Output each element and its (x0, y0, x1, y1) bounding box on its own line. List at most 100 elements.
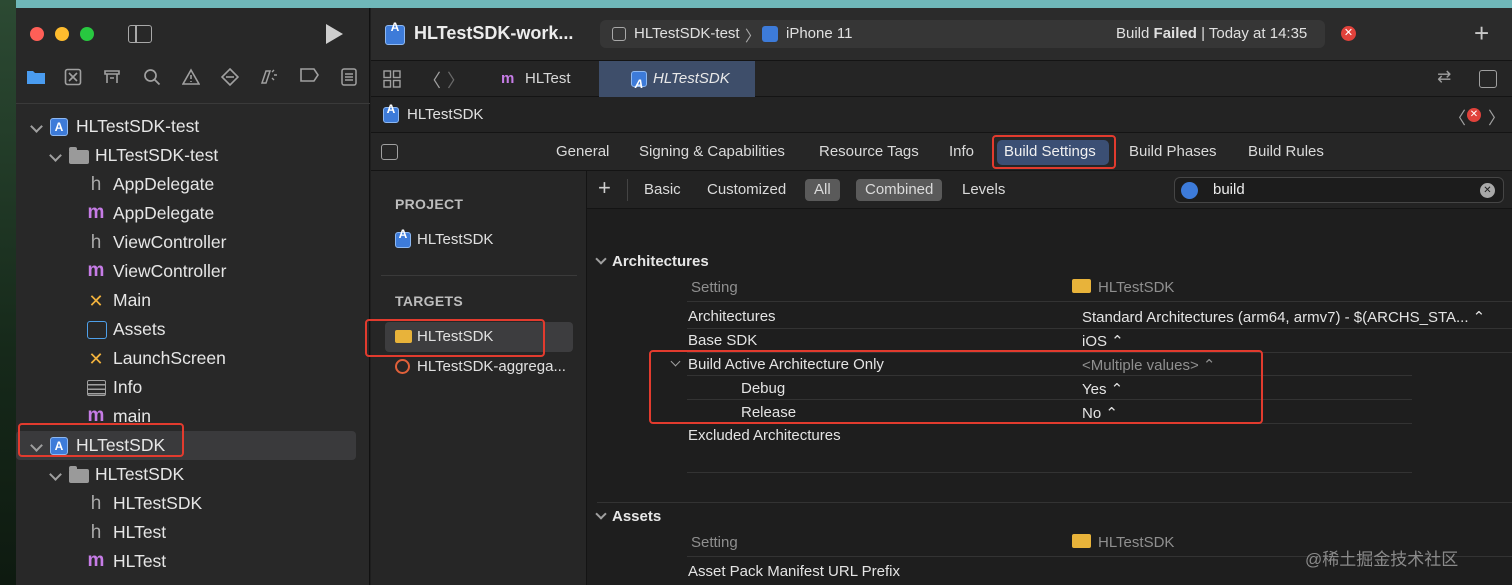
tree-item-file[interactable]: Assets (16, 315, 370, 344)
search-field[interactable]: build ✕ (1174, 177, 1504, 203)
chevron-down-icon[interactable] (30, 120, 43, 133)
scheme-selector[interactable]: HLTestSDK-test (634, 25, 740, 42)
project-targets-list: PROJECT HLTestSDK TARGETS HLTestSDK HLTe… (365, 171, 587, 585)
build-settings-table: Architectures Setting HLTestSDK Architec… (587, 209, 1512, 585)
chevron-down-icon[interactable] (595, 508, 607, 520)
warning-icon[interactable] (181, 68, 201, 88)
column-setting-header: Setting (691, 279, 738, 296)
setting-base-sdk[interactable]: Base SDK (688, 332, 757, 349)
tab-hltest[interactable]: m HLTest (479, 61, 599, 97)
filter-all-button[interactable]: All (805, 179, 840, 201)
tree-item-file[interactable]: ✕ Main (16, 286, 370, 315)
tree-item-label: HLTestSDK-test (76, 116, 200, 136)
search-icon[interactable] (142, 68, 162, 88)
target-item-aggregate[interactable]: HLTestSDK-aggrega... (417, 358, 566, 375)
clear-search-icon[interactable]: ✕ (1480, 183, 1495, 198)
symbol-navigator-icon[interactable] (102, 68, 122, 88)
tree-item-file[interactable]: h ViewController (16, 228, 370, 257)
assets-icon (87, 321, 107, 339)
workspace-title: HLTestSDK-work... (414, 23, 574, 43)
tree-item-file[interactable]: h AppDelegate (16, 170, 370, 199)
tree-item-group[interactable]: HLTestSDK (16, 460, 370, 489)
zoom-window-button[interactable] (80, 27, 94, 41)
tree-item-file[interactable]: h HLTestSDK (16, 489, 370, 518)
tree-item-label: Main (113, 290, 151, 310)
m-file-icon: m (87, 202, 105, 223)
highlight-annotation (365, 319, 545, 357)
setting-architectures[interactable]: Architectures (688, 308, 776, 325)
chevron-left-icon[interactable]: 〈 (1449, 104, 1466, 129)
add-icon[interactable]: + (1474, 18, 1489, 49)
breakpoint-navigator-icon[interactable] (299, 68, 319, 88)
row-divider (687, 301, 1512, 302)
grid-icon[interactable] (383, 70, 401, 93)
chevron-down-icon[interactable] (595, 253, 607, 265)
tree-item-file[interactable]: ✕ LaunchScreen (16, 344, 370, 373)
tree-item-file[interactable]: m AppDelegate (16, 199, 370, 228)
tree-item-file[interactable]: m HLTest (16, 547, 370, 576)
value-base-sdk[interactable]: iOS ⌃ (1082, 332, 1124, 350)
run-icon[interactable] (326, 24, 343, 44)
tree-item-file[interactable]: h HLTest (16, 518, 370, 547)
desktop-background (0, 0, 1512, 8)
search-input[interactable]: build (1213, 181, 1245, 198)
filter-basic-button[interactable]: Basic (635, 179, 690, 201)
build-settings-filter-bar: + Basic Customized All Combined Levels b… (587, 171, 1512, 209)
editor-area: HLTestSDK-work... HLTestSDK-test 〉 iPhon… (365, 8, 1512, 585)
tree-item-file[interactable]: m ViewController (16, 257, 370, 286)
m-file-icon: m (87, 550, 105, 571)
add-setting-button[interactable]: + (598, 175, 611, 201)
inspector-toggle-icon[interactable] (381, 144, 398, 160)
folder-navigator-icon[interactable] (26, 68, 46, 88)
filter-combined-button[interactable]: Combined (856, 179, 943, 201)
tab-build-phases[interactable]: Build Phases (1129, 143, 1217, 160)
value-architectures[interactable]: Standard Architectures (arm64, armv7) - … (1082, 308, 1485, 326)
chevron-down-icon[interactable] (49, 149, 62, 162)
error-icon[interactable]: ✕ (1341, 26, 1356, 41)
tab-info[interactable]: Info (949, 143, 974, 160)
chevron-down-icon[interactable] (49, 468, 62, 481)
report-navigator-icon[interactable] (339, 68, 359, 88)
close-window-button[interactable] (30, 27, 44, 41)
test-navigator-icon[interactable] (220, 67, 240, 88)
tree-item-label: HLTestSDK (95, 464, 185, 484)
error-icon[interactable]: ✕ (1467, 108, 1481, 122)
section-assets-title: Assets (612, 508, 662, 525)
tab-resource-tags[interactable]: Resource Tags (819, 143, 919, 160)
tree-item-file[interactable]: Info (16, 373, 370, 402)
m-file-icon: m (87, 260, 105, 281)
source-control-icon[interactable] (63, 68, 83, 88)
editor-tab-bar: 〈 〉 m HLTest HLTestSDK ⇄ (371, 61, 1512, 102)
sidebar-toggle-icon[interactable] (128, 25, 152, 43)
project-item[interactable]: HLTestSDK (417, 231, 493, 248)
debug-navigator-icon[interactable] (259, 68, 279, 88)
tree-item-group[interactable]: HLTestSDK-test (16, 141, 370, 170)
highlight-annotation (649, 350, 1263, 424)
chevron-right-icon[interactable]: 〉 (1488, 104, 1505, 129)
jump-bar-item[interactable]: HLTestSDK (407, 106, 483, 123)
tree-item-label: ViewController (113, 232, 227, 252)
jump-bar: HLTestSDK 〈 ✕ 〉 (371, 97, 1512, 133)
chevron-left-icon[interactable]: 〈 (423, 67, 441, 93)
add-editor-icon[interactable] (1479, 70, 1497, 88)
build-status: Build Failed | Today at 14:35 (1116, 25, 1307, 42)
setting-asset-pack-manifest-url-prefix[interactable]: Asset Pack Manifest URL Prefix (688, 563, 900, 580)
tab-build-rules[interactable]: Build Rules (1248, 143, 1324, 160)
project-icon (383, 102, 399, 123)
tree-item-project[interactable]: HLTestSDK-test (16, 112, 370, 142)
tab-signing-capabilities[interactable]: Signing & Capabilities (639, 143, 785, 160)
filter-customized-button[interactable]: Customized (698, 179, 795, 201)
project-header: PROJECT (395, 196, 464, 212)
swap-icon[interactable]: ⇄ (1437, 67, 1451, 87)
chevron-right-icon[interactable]: 〉 (447, 67, 465, 93)
tree-item-label: HLTest (113, 522, 167, 542)
minimize-window-button[interactable] (55, 27, 69, 41)
navigator-divider (16, 103, 370, 104)
filter-levels-button[interactable]: Levels (953, 179, 1014, 201)
tab-hltestsdk[interactable]: HLTestSDK (599, 61, 755, 102)
h-file-icon: h (90, 174, 102, 195)
device-selector[interactable]: iPhone 11 (786, 25, 852, 42)
tab-general[interactable]: General (556, 143, 609, 160)
filter-icon[interactable] (1181, 182, 1198, 199)
setting-excluded-architectures[interactable]: Excluded Architectures (688, 427, 841, 444)
